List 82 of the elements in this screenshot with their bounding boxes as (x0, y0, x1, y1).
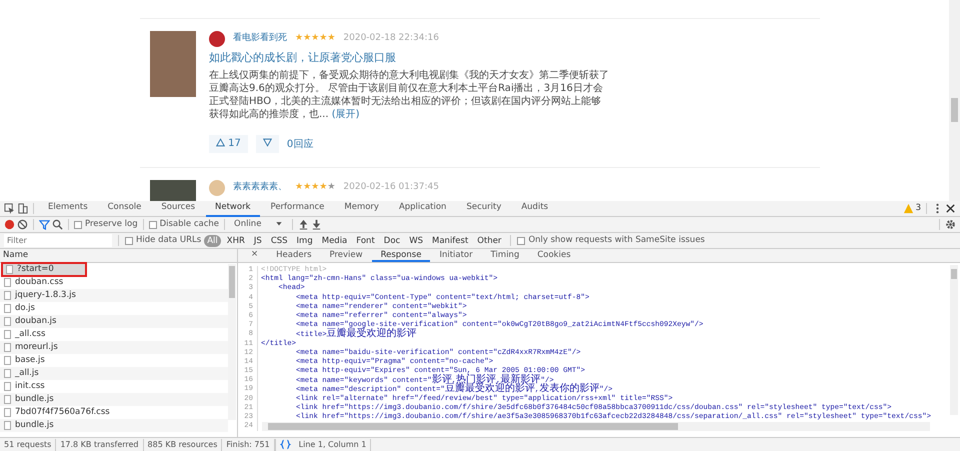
devtools-tab[interactable]: Audits (512, 200, 558, 216)
status-text: 17.8 KB transferred (56, 438, 144, 450)
detail-tab[interactable]: Initiator (430, 249, 482, 262)
expand-link[interactable]: (展开) (332, 109, 360, 120)
settings-icon[interactable] (945, 219, 956, 230)
scrollbar[interactable] (949, 0, 960, 201)
downvote-button[interactable] (256, 135, 279, 153)
device-icon[interactable] (17, 203, 28, 214)
request-row[interactable]: init.css (0, 380, 228, 393)
preserve-log-checkbox[interactable]: Preserve log (74, 218, 138, 231)
type-filter[interactable]: WS (406, 234, 426, 246)
column-header: Name (3, 250, 28, 260)
detail-tab[interactable]: Headers (267, 249, 321, 262)
detail-tab[interactable]: Response (372, 249, 430, 262)
filter-field[interactable]: Filter (4, 234, 112, 247)
review-title[interactable]: 如此戳心的成长剧，让原著党心服口服 (209, 51, 609, 65)
request-row[interactable]: douban.js (0, 315, 228, 328)
upvote-button[interactable]: 17 (209, 135, 248, 153)
clear-icon[interactable] (17, 219, 28, 230)
braces-icon[interactable] (280, 439, 291, 450)
inspect-icon[interactable] (4, 203, 15, 214)
scrollbar[interactable] (262, 422, 930, 432)
hide-data-urls-checkbox[interactable]: Hide data URLs (125, 234, 202, 247)
scrollbar[interactable] (950, 265, 958, 415)
devtools-tab[interactable]: Performance (262, 200, 334, 216)
throttling-dropdown[interactable]: Online (230, 218, 288, 231)
filter-icon[interactable] (39, 219, 50, 230)
status-text: Finish: 751 (222, 438, 275, 450)
samesite-checkbox[interactable]: Only show requests with SameSite issues (517, 234, 705, 247)
request-row[interactable]: moreurl.js (0, 341, 228, 354)
devtools-tab[interactable]: Application (390, 200, 456, 216)
search-icon[interactable] (52, 219, 63, 230)
avatar[interactable] (209, 31, 225, 47)
record-icon[interactable] (4, 219, 15, 230)
request-row[interactable]: douban.css (0, 276, 228, 289)
triangle-up-icon (216, 138, 225, 147)
scrollbar[interactable] (228, 264, 236, 420)
devtools-tab[interactable]: Security (457, 200, 510, 216)
review-text: 在上线仅两集的前提下，备受观众期待的意大利电视剧集《我的天才女友》第二季便斩获了豆瓣高达9.6的观众打分。 尽管由于该剧目前仅在意大利本土平台Rai播出，3月16日才会正式登陆HBO，北美的主流媒体暂时无法给出相应的评价；但该剧在国内评分网站上能够获得如此高的推崇度，也... (展开) (209, 69, 609, 121)
warning-count: 3 (916, 202, 921, 215)
request-row[interactable]: do.js (0, 302, 228, 315)
type-filter[interactable]: Doc (380, 234, 404, 246)
triangle-down-icon (262, 138, 272, 147)
replies-link[interactable]: 0回应 (286, 136, 314, 152)
request-row[interactable]: _all.css (0, 328, 228, 341)
star-rating: ★★★★★ (295, 181, 336, 194)
close-button[interactable]: × (242, 248, 268, 264)
request-row[interactable]: ?start=0 (2, 263, 86, 276)
devtools-tab[interactable]: Sources (152, 200, 204, 216)
type-filter[interactable]: JS (250, 234, 265, 246)
type-filter[interactable]: XHR (224, 234, 248, 246)
review-date: 2020-02-18 22:34:16 (343, 32, 439, 46)
warning-icon (902, 203, 914, 214)
type-filter[interactable]: CSS (268, 234, 291, 246)
request-row[interactable]: bundle.js (0, 393, 228, 406)
type-filter[interactable]: Media (318, 234, 350, 246)
request-row[interactable]: 7bd07f4f7560a76f.css (0, 406, 228, 419)
status-text: 885 KB resources (144, 438, 222, 450)
review-date: 2020-02-16 01:37:45 (343, 181, 439, 194)
import-icon[interactable] (298, 219, 310, 230)
author-link[interactable]: 素素素素素、 (233, 181, 287, 195)
detail-tab[interactable]: Cookies (528, 249, 580, 262)
type-filter[interactable]: Font (353, 234, 378, 246)
detail-tab[interactable]: Preview (320, 249, 372, 262)
devtools-tab[interactable]: Elements (39, 200, 97, 216)
author-link[interactable]: 看电影看到死 (233, 32, 287, 46)
cursor-position: Line 1, Column 1 (294, 438, 372, 450)
devtools-tab[interactable]: Memory (335, 200, 388, 216)
request-row[interactable]: base.js (0, 354, 228, 367)
request-row[interactable]: bundle.js (0, 419, 228, 432)
type-filter[interactable]: Other (474, 234, 504, 246)
status-text: 51 requests (0, 438, 56, 450)
export-icon[interactable] (311, 219, 322, 230)
close-icon[interactable] (945, 203, 956, 214)
disable-cache-checkbox[interactable]: Disable cache (148, 218, 219, 231)
star-rating: ★★★★★ (295, 32, 336, 46)
request-row[interactable]: jquery-1.8.3.js (0, 289, 228, 302)
type-filter[interactable]: Manifest (429, 234, 472, 246)
request-row[interactable]: _all.js (0, 367, 228, 380)
detail-tab[interactable]: Timing (482, 249, 528, 262)
devtools-tab[interactable]: Console (98, 200, 150, 216)
type-filter[interactable]: Img (294, 234, 316, 246)
